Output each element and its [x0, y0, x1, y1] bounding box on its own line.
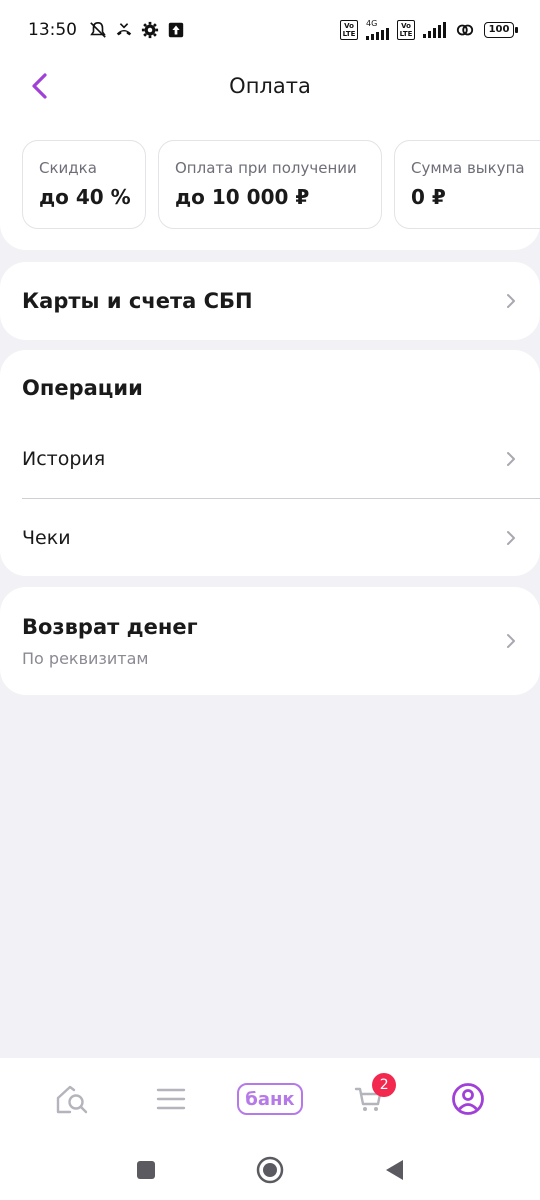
status-time: 13:50 [28, 20, 77, 40]
chevron-right-icon [507, 452, 515, 466]
cards-and-accounts-card: Карты и счета СБП [0, 262, 540, 340]
chip-discount[interactable]: Скидка до 40 % [22, 140, 146, 229]
bank-pill: банк [237, 1083, 303, 1115]
recents-button[interactable] [130, 1154, 162, 1186]
chip-buyout-sum[interactable]: Сумма выкупа 0 ₽ [394, 140, 540, 229]
bottom-nav: банк 2 [0, 1058, 540, 1140]
menu-icon [156, 1088, 185, 1110]
nav-catalog[interactable] [136, 1069, 206, 1129]
profile-icon [452, 1083, 485, 1115]
refund-text-group: Возврат денег По реквизитам [22, 615, 198, 668]
operations-receipts-row[interactable]: Чеки [0, 499, 540, 576]
operations-history-row[interactable]: История [0, 420, 540, 498]
operations-title: Операции [22, 376, 143, 400]
missed-call-icon [116, 23, 132, 36]
header: Оплата [0, 60, 540, 112]
chip-label: Сумма выкупа [411, 159, 525, 177]
back-button[interactable] [24, 68, 54, 104]
circle-icon [256, 1156, 284, 1184]
chip-cash-on-delivery[interactable]: Оплата при получении до 10 000 ₽ [158, 140, 382, 229]
chevron-left-icon [32, 73, 47, 99]
refund-row[interactable]: Возврат денег По реквизитам [0, 587, 540, 695]
home-button[interactable] [254, 1154, 286, 1186]
chip-label: Скидка [39, 159, 97, 177]
status-bar: 13:50 Vo LTE 4G Vo LTE 100 [0, 0, 540, 60]
operations-header: Операции [0, 350, 540, 420]
refund-card: Возврат денег По реквизитам [0, 587, 540, 695]
receipts-label: Чеки [22, 526, 71, 549]
page-title: Оплата [229, 74, 311, 98]
battery-icon: 100 [484, 22, 518, 38]
nav-home[interactable] [37, 1069, 107, 1129]
refund-subtitle: По реквизитам [22, 648, 149, 668]
home-search-icon [56, 1085, 87, 1114]
mute-icon [90, 21, 106, 38]
link-icon [456, 24, 474, 36]
refund-title: Возврат денег [22, 614, 198, 639]
back-nav-button[interactable] [378, 1154, 410, 1186]
chip-label: Оплата при получении [175, 159, 357, 177]
gear-icon [141, 21, 159, 39]
nav-profile[interactable] [433, 1069, 503, 1129]
history-label: История [22, 448, 106, 470]
cart-badge: 2 [372, 1073, 397, 1097]
square-icon [137, 1161, 155, 1179]
status-left: 13:50 [28, 20, 185, 40]
status-right: Vo LTE 4G Vo LTE 100 [340, 20, 518, 40]
triangle-back-icon [386, 1160, 403, 1180]
chevron-right-icon [507, 634, 515, 648]
volte-badge-2: Vo LTE [397, 20, 415, 40]
cards-and-accounts-row[interactable]: Карты и счета СБП [0, 262, 540, 340]
top-panel: 13:50 Vo LTE 4G Vo LTE 100 Оплата Скидка… [0, 0, 540, 250]
summary-chips: Скидка до 40 % Оплата при получении до 1… [22, 140, 540, 229]
network-type-label: 4G [366, 19, 378, 28]
system-nav-bar [0, 1140, 540, 1200]
chip-value: 0 ₽ [411, 185, 446, 209]
signal-group-1: 4G [366, 20, 389, 40]
upload-icon [168, 22, 184, 38]
cards-and-accounts-title: Карты и счета СБП [22, 289, 253, 313]
signal-icon-2 [423, 22, 446, 38]
nav-cart[interactable]: 2 [334, 1069, 404, 1129]
nav-bank[interactable]: банк [235, 1069, 305, 1129]
chip-value: до 10 000 ₽ [175, 185, 310, 209]
chevron-right-icon [507, 530, 515, 545]
chevron-right-icon [507, 294, 515, 308]
chip-value: до 40 % [39, 185, 131, 209]
operations-card: Операции История Чеки [0, 350, 540, 576]
volte-badge-1: Vo LTE [340, 20, 358, 40]
signal-icon [366, 28, 389, 40]
